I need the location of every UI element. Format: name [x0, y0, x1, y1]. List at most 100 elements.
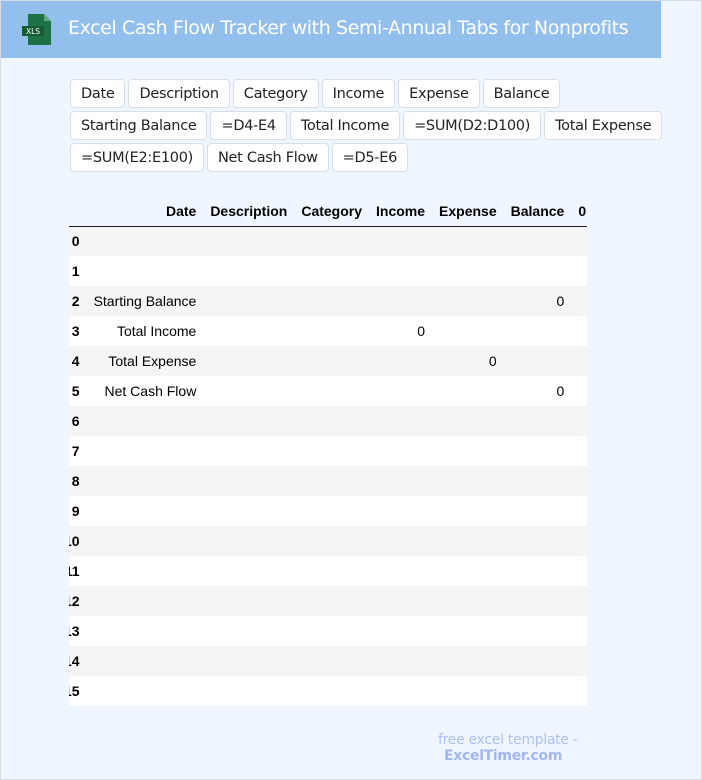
table-cell[interactable] — [369, 376, 432, 406]
table-cell[interactable] — [432, 586, 504, 616]
table-cell[interactable] — [504, 496, 572, 526]
table-cell[interactable] — [203, 676, 294, 706]
table-cell[interactable]: 0 — [369, 316, 432, 346]
table-cell[interactable] — [369, 616, 432, 646]
table-cell[interactable] — [432, 466, 504, 496]
cell-chip[interactable]: Net Cash Flow — [207, 143, 329, 172]
table-cell[interactable] — [369, 286, 432, 316]
table-cell[interactable] — [504, 646, 572, 676]
table-cell[interactable] — [504, 466, 572, 496]
table-cell[interactable]: Starting Balance — [87, 286, 204, 316]
table-cell[interactable] — [504, 586, 572, 616]
table-cell[interactable] — [571, 286, 587, 316]
table-cell[interactable] — [571, 406, 587, 436]
table-cell[interactable] — [294, 406, 369, 436]
cell-chip[interactable]: Starting Balance — [70, 111, 208, 140]
table-cell[interactable] — [369, 466, 432, 496]
table-cell[interactable] — [571, 376, 587, 406]
table-cell[interactable] — [432, 226, 504, 256]
table-cell[interactable] — [571, 496, 587, 526]
cell-chip[interactable]: =D5-E6 — [331, 143, 409, 172]
table-cell[interactable] — [369, 526, 432, 556]
cell-chip[interactable]: Category — [232, 79, 319, 108]
table-cell[interactable] — [504, 256, 572, 286]
table-cell[interactable] — [432, 316, 504, 346]
table-cell[interactable] — [504, 616, 572, 646]
table-cell[interactable] — [504, 346, 572, 376]
table-cell[interactable]: Total Income — [87, 316, 204, 346]
table-cell[interactable] — [294, 376, 369, 406]
table-cell[interactable] — [87, 646, 204, 676]
table-cell[interactable]: 0 — [504, 286, 572, 316]
cell-chip[interactable]: =SUM(D2:D100) — [403, 111, 542, 140]
table-cell[interactable] — [571, 226, 587, 256]
table-cell[interactable] — [294, 316, 369, 346]
table-cell[interactable] — [369, 646, 432, 676]
table-cell[interactable] — [203, 346, 294, 376]
table-cell[interactable] — [369, 436, 432, 466]
cell-chip[interactable]: Total Income — [289, 111, 401, 140]
table-cell[interactable] — [294, 436, 369, 466]
table-cell[interactable] — [571, 616, 587, 646]
table-cell[interactable] — [87, 556, 204, 586]
table-cell[interactable] — [432, 616, 504, 646]
cell-chip[interactable]: =SUM(E2:E100) — [70, 143, 205, 172]
table-cell[interactable] — [504, 556, 572, 586]
table-cell[interactable] — [432, 496, 504, 526]
table-cell[interactable] — [504, 316, 572, 346]
cell-chip[interactable]: Balance — [482, 79, 561, 108]
table-cell[interactable] — [571, 256, 587, 286]
table-cell[interactable] — [369, 256, 432, 286]
table-cell[interactable] — [87, 496, 204, 526]
table-cell[interactable] — [432, 646, 504, 676]
table-cell[interactable] — [432, 286, 504, 316]
table-cell[interactable] — [369, 496, 432, 526]
table-cell[interactable] — [294, 586, 369, 616]
table-cell[interactable] — [203, 466, 294, 496]
table-cell[interactable] — [432, 376, 504, 406]
table-cell[interactable] — [87, 226, 204, 256]
table-cell[interactable] — [294, 616, 369, 646]
table-cell[interactable] — [203, 556, 294, 586]
table-cell[interactable] — [294, 256, 369, 286]
table-cell[interactable] — [504, 226, 572, 256]
table-cell[interactable] — [203, 286, 294, 316]
table-cell[interactable] — [294, 556, 369, 586]
cell-chip[interactable]: Total Expense — [544, 111, 663, 140]
table-cell[interactable] — [571, 646, 587, 676]
table-cell[interactable] — [294, 226, 369, 256]
table-cell[interactable] — [203, 496, 294, 526]
cell-chip[interactable]: =D4-E4 — [210, 111, 287, 140]
table-cell[interactable] — [432, 556, 504, 586]
table-cell[interactable] — [203, 376, 294, 406]
table-cell[interactable] — [369, 346, 432, 376]
table-cell[interactable] — [87, 526, 204, 556]
table-cell[interactable] — [294, 286, 369, 316]
table-cell[interactable] — [571, 586, 587, 616]
table-cell[interactable] — [87, 406, 204, 436]
table-cell[interactable] — [294, 526, 369, 556]
table-cell[interactable] — [571, 556, 587, 586]
table-cell[interactable]: Net Cash Flow — [87, 376, 204, 406]
table-cell[interactable] — [87, 436, 204, 466]
table-cell[interactable] — [203, 526, 294, 556]
table-cell[interactable]: Total Expense — [87, 346, 204, 376]
cell-chip[interactable]: Description — [128, 79, 230, 108]
table-cell[interactable] — [369, 226, 432, 256]
table-cell[interactable] — [294, 496, 369, 526]
table-cell[interactable] — [432, 406, 504, 436]
cell-chip[interactable]: Date — [70, 79, 126, 108]
cell-chip[interactable]: Income — [321, 79, 396, 108]
footer-brand-link[interactable]: ExcelTimer.com — [444, 748, 562, 764]
table-cell[interactable] — [203, 616, 294, 646]
table-cell[interactable] — [504, 406, 572, 436]
table-cell[interactable] — [432, 256, 504, 286]
table-cell[interactable] — [203, 226, 294, 256]
table-cell[interactable] — [432, 676, 504, 706]
table-cell[interactable] — [571, 676, 587, 706]
table-cell[interactable] — [87, 676, 204, 706]
table-cell[interactable] — [294, 346, 369, 376]
table-cell[interactable] — [87, 466, 204, 496]
table-cell[interactable] — [571, 316, 587, 346]
table-cell[interactable] — [432, 526, 504, 556]
